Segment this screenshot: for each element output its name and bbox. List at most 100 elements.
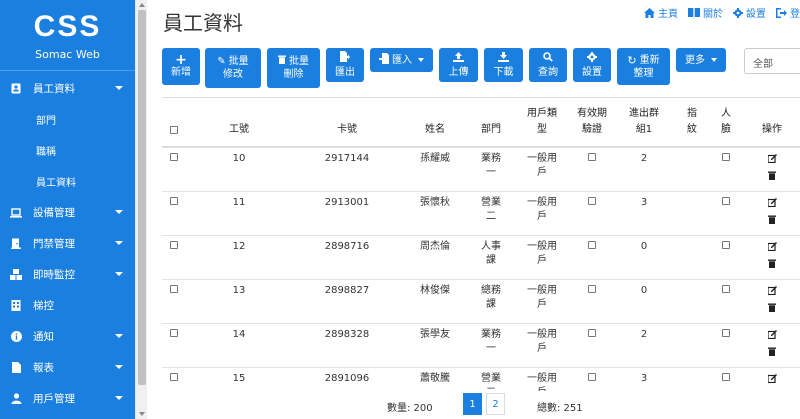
user-type: 一般用戶 (520, 196, 564, 224)
col-header-validity-line1: 有效期 (577, 108, 607, 119)
sidebar-subitem-title[interactable]: 職稱 (0, 135, 135, 166)
upload-button[interactable]: 上傳 (439, 48, 478, 82)
edit-icon[interactable] (766, 330, 777, 344)
sidebar-item-reports[interactable]: 報表 (0, 352, 135, 383)
department-line2: 一 (486, 343, 496, 354)
col-header-card-no[interactable]: 卡號 (332, 122, 362, 138)
card-number: 2917144 (324, 153, 370, 164)
trash-icon[interactable] (768, 171, 776, 185)
edit-icon[interactable] (766, 154, 777, 168)
more-dropdown-button[interactable]: 更多 (676, 48, 726, 72)
select-all-checkbox[interactable] (170, 124, 178, 140)
trash-icon[interactable] (768, 215, 776, 229)
validity-checkbox[interactable] (588, 240, 596, 254)
employee-name: 周杰倫 (420, 241, 450, 252)
validity-checkbox[interactable] (588, 328, 596, 342)
reorganize-button[interactable]: ↻ 重新 整理 (617, 48, 670, 85)
employee-name: 林俊傑 (420, 285, 450, 296)
page-size-label: 數量: 200 (387, 403, 433, 414)
plus-icon: + (175, 52, 187, 68)
sidebar-item-access-control[interactable]: 門禁管理 (0, 228, 135, 259)
table-body: 10 2917144 孫耀威 業務一一般用戶 2 11 2913001 張懷秋 營業二一般用戶 3… (162, 148, 800, 412)
employee-table: 工號 卡號 姓名 部門 用戶類 型 有效期 驗證 進出群 組1 指 紋 人 臉 (162, 106, 800, 412)
face-checkbox[interactable] (722, 240, 730, 254)
trash-icon[interactable] (768, 347, 776, 361)
add-button[interactable]: + 新增 (162, 48, 200, 85)
edit-icon[interactable] (766, 242, 777, 256)
batch-edit-button[interactable]: ✎ 批量 修改 (205, 48, 261, 88)
face-checkbox[interactable] (722, 284, 730, 298)
trash-icon[interactable] (768, 259, 776, 273)
sidebar-item-user-management[interactable]: 用戶管理 (0, 383, 135, 414)
card-number: 2898716 (324, 241, 370, 252)
validity-checkbox[interactable] (588, 196, 596, 210)
page-2-button[interactable]: 2 (486, 393, 505, 415)
user-type-line2: 戶 (537, 343, 547, 354)
row-checkbox[interactable] (170, 372, 178, 386)
sidebar-item-employees[interactable]: 員工資料 (0, 73, 135, 104)
settings-link[interactable]: 設置 (733, 5, 766, 20)
edit-icon[interactable] (766, 198, 777, 212)
page-scrollbar[interactable] (135, 0, 147, 419)
col-header-validity[interactable]: 有效期 驗證 (570, 106, 614, 138)
face-checkbox[interactable] (722, 152, 730, 166)
row-checkbox[interactable] (170, 240, 178, 254)
face-checkbox[interactable] (722, 328, 730, 342)
row-checkbox[interactable] (170, 152, 178, 166)
col-header-employee-id[interactable]: 工號 (224, 122, 254, 138)
import-dropdown-button[interactable]: 匯入 (370, 48, 433, 72)
access-group: 2 (640, 329, 648, 340)
edit-icon[interactable] (766, 374, 777, 388)
sidebar-item-label: 設備管理 (33, 207, 75, 219)
sidebar-item-devices[interactable]: 設備管理 (0, 197, 135, 228)
row-checkbox[interactable] (170, 284, 178, 298)
validity-checkbox[interactable] (588, 372, 596, 386)
logout-link[interactable]: 登 (776, 5, 800, 20)
sidebar-item-label: 用戶管理 (33, 393, 75, 405)
user-type-line1: 一般用 (527, 241, 557, 252)
col-header-access-group[interactable]: 進出群 組1 (622, 106, 666, 138)
row-checkbox[interactable] (170, 328, 178, 342)
upload-icon (453, 51, 464, 66)
query-button[interactable]: 查詢 (529, 48, 567, 82)
department: 營業二 (476, 196, 506, 224)
col-header-name[interactable]: 姓名 (420, 122, 450, 138)
about-link[interactable]: 關於 (688, 5, 723, 20)
batch-delete-button[interactable]: 批量 刪除 (267, 48, 320, 88)
trash-icon[interactable] (768, 303, 776, 317)
face-checkbox[interactable] (722, 372, 730, 386)
col-header-department[interactable]: 部門 (476, 122, 506, 138)
validity-checkbox[interactable] (588, 284, 596, 298)
table-top-border (162, 97, 800, 98)
access-group: 0 (640, 285, 648, 296)
face-checkbox[interactable] (722, 196, 730, 210)
col-header-face[interactable]: 人 臉 (716, 106, 736, 138)
validity-checkbox[interactable] (588, 152, 596, 166)
chevron-down-icon (115, 334, 123, 338)
page-1-button[interactable]: 1 (463, 393, 482, 415)
sidebar-item-notifications[interactable]: 通知 (0, 321, 135, 352)
scroll-up-arrow-icon[interactable] (139, 3, 145, 7)
col-header-user-type[interactable]: 用戶類 型 (520, 106, 564, 138)
scrollbar-thumb[interactable] (138, 10, 146, 385)
department-select[interactable]: 全部 (744, 48, 800, 74)
sidebar-item-elevator[interactable]: 梯控 (0, 290, 135, 321)
sidebar-subitem-department[interactable]: 部門 (0, 104, 135, 135)
access-group: 3 (640, 373, 648, 384)
download-button[interactable]: 下載 (484, 48, 523, 82)
col-header-face-line2: 臉 (721, 124, 731, 135)
sidebar-item-live-monitor[interactable]: 即時監控 (0, 259, 135, 290)
export-button[interactable]: 匯出 (326, 48, 364, 82)
edit-icon[interactable] (766, 286, 777, 300)
logout-link-label: 登 (790, 9, 800, 20)
top-nav: 主頁 關於 設置 登 (644, 5, 800, 20)
row-checkbox[interactable] (170, 196, 178, 210)
table-row: 10 2917144 孫耀威 業務一一般用戶 2 (162, 148, 800, 192)
chevron-down-icon (115, 210, 123, 214)
sidebar-subitem-employee-data[interactable]: 員工資料 (0, 166, 135, 197)
col-header-action: 操作 (762, 124, 782, 135)
home-link[interactable]: 主頁 (644, 5, 678, 20)
col-header-fingerprint[interactable]: 指 紋 (682, 106, 702, 138)
scroll-down-arrow-icon[interactable] (139, 412, 145, 416)
settings-button[interactable]: 設置 (573, 48, 611, 82)
